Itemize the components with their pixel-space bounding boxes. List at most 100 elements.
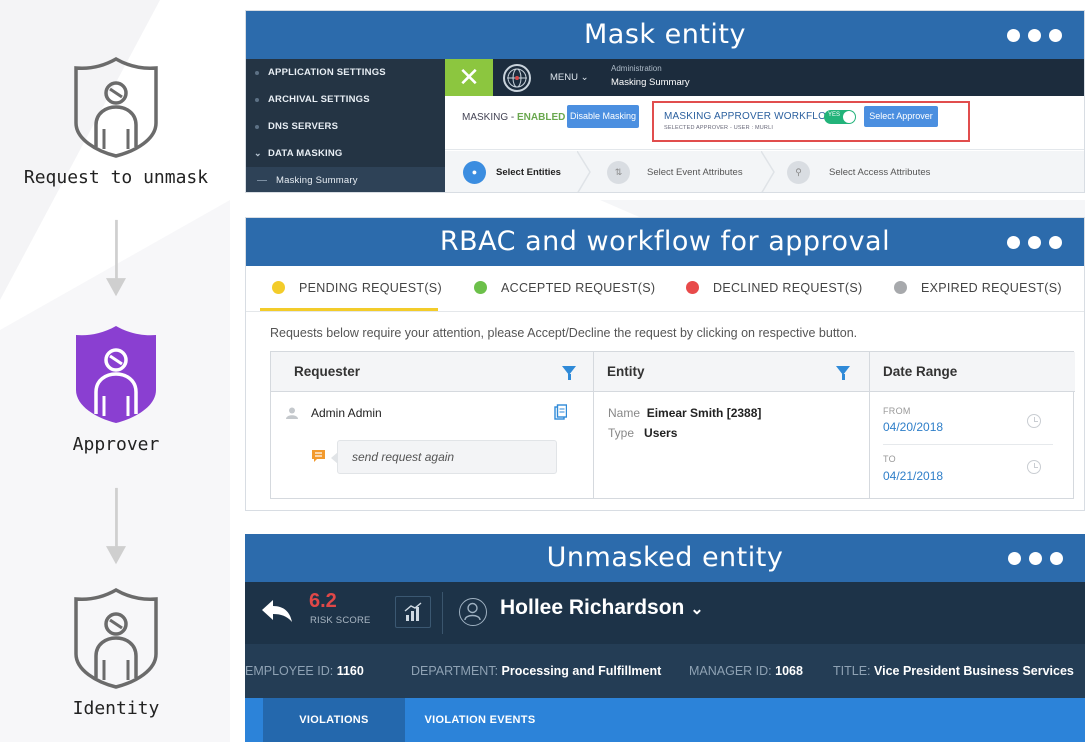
tab-violations[interactable]: VIOLATIONS — [263, 698, 405, 742]
step-select-access-attributes[interactable]: ⚲ Select Access Attributes — [787, 161, 930, 184]
info-label: DEPARTMENT: — [411, 664, 499, 678]
sort-icon: ⇅ — [607, 161, 630, 184]
requester-name: Admin Admin — [311, 406, 382, 420]
sidebar-item-label: APPLICATION SETTINGS — [268, 67, 386, 78]
shield-user-icon — [76, 326, 156, 423]
column-header-requester: Requester — [271, 352, 593, 392]
risk-trend-button[interactable] — [395, 596, 431, 628]
sidebar-item-dns-servers[interactable]: DNS SERVERS — [246, 113, 445, 140]
filter-icon[interactable] — [562, 366, 576, 380]
sidebar-item-data-masking[interactable]: ⌄ DATA MASKING — [246, 140, 445, 167]
request-tabs: PENDING REQUEST(S) ACCEPTED REQUEST(S) D… — [246, 266, 1084, 312]
logo-globe-icon — [503, 64, 531, 92]
risk-score-value: 6.2 — [309, 590, 337, 612]
sidebar-item-label: ARCHIVAL SETTINGS — [268, 94, 370, 105]
identity-tabs: VIOLATIONS VIOLATION EVENTS — [245, 698, 1085, 742]
shield-user-icon — [74, 56, 158, 158]
menu-button[interactable]: MENU ⌄ — [550, 59, 589, 96]
entity-type-row: Type Users — [608, 426, 677, 440]
filter-icon[interactable] — [836, 366, 850, 380]
panel-title: RBAC and workflow for approval — [439, 226, 891, 257]
column-label: Date Range — [883, 364, 958, 379]
status-dot-icon — [474, 281, 487, 294]
step-separator-icon — [761, 151, 775, 192]
history-icon — [1027, 414, 1041, 428]
tab-label: DECLINED REQUEST(S) — [713, 281, 863, 295]
unmasked-entity-panel: Unmasked entity 6.2 RISK SCORE Hollee Ri… — [245, 534, 1085, 742]
key-icon: ⚲ — [787, 161, 810, 184]
info-value: Processing and Fulfillment — [501, 664, 662, 678]
back-arrow-icon[interactable] — [261, 598, 293, 624]
entity-name-row: Name Eimear Smith [2388] — [608, 406, 761, 420]
sidebar-item-masking-summary[interactable]: Masking Summary — [246, 167, 445, 192]
mask-entity-panel: Mask entity APPLICATION SETTINGS ARCHIVA… — [245, 10, 1085, 193]
panel-title: Mask entity — [583, 19, 746, 50]
department: DEPARTMENT: Processing and Fulfillment — [411, 644, 661, 698]
breadcrumb-parent[interactable]: Administration — [611, 64, 662, 73]
entity-name-label: Name — [608, 406, 641, 420]
flow-label-approver: Approver — [72, 434, 160, 455]
status-dot-icon — [272, 281, 285, 294]
tab-accepted-requests[interactable]: ACCEPTED REQUEST(S) — [474, 266, 655, 310]
info-value: 1068 — [775, 664, 803, 678]
rbac-approval-panel: RBAC and workflow for approval PENDING R… — [245, 217, 1085, 511]
panel-title: Unmasked entity — [546, 542, 784, 573]
risk-score-label: RISK SCORE — [310, 615, 371, 626]
tab-label: EXPIRED REQUEST(S) — [921, 281, 1062, 295]
approver-workflow-highlight: MASKING APPROVER WORKFLOW YES SELECTED A… — [652, 101, 970, 142]
tab-violation-events[interactable]: VIOLATION EVENTS — [405, 698, 555, 742]
select-approver-button[interactable]: Select Approver — [864, 106, 938, 127]
info-value: 1160 — [336, 664, 364, 678]
masking-status-badge: ENABLED — [517, 112, 566, 123]
entity-type-label: Type — [608, 426, 635, 440]
breadcrumb-current: Masking Summary — [611, 77, 690, 88]
identity-header: 6.2 RISK SCORE Hollee Richardson ⌄ — [245, 582, 1085, 644]
more-options-icon[interactable] — [1007, 236, 1062, 249]
step-select-entities[interactable]: ● Select Entities — [463, 161, 561, 184]
flow-label-request: Request to unmask — [23, 167, 209, 188]
masking-controls: MASKING - ENABLED Disable Masking MASKIN… — [445, 96, 1084, 150]
clock-icon — [1027, 460, 1041, 474]
column-header-entity: Entity — [593, 352, 869, 392]
document-icon[interactable] — [554, 404, 567, 420]
workflow-toggle[interactable]: YES — [824, 110, 856, 124]
more-options-icon[interactable] — [1007, 29, 1062, 42]
bar-chart-icon — [404, 602, 422, 621]
masking-status: MASKING - ENABLED — [462, 112, 565, 123]
to-label: TO — [883, 454, 896, 464]
chevron-down-icon: ⌄ — [690, 601, 704, 618]
user-icon: ● — [463, 161, 486, 184]
workflow-title: MASKING APPROVER WORKFLOW — [664, 111, 836, 122]
user-icon — [286, 407, 298, 419]
close-icon[interactable]: ✕ — [445, 59, 493, 96]
toggle-label: YES — [828, 112, 841, 118]
masking-content: MASKING - ENABLED Disable Masking MASKIN… — [445, 96, 1084, 192]
status-dot-icon — [894, 281, 907, 294]
step-label: Select Access Attributes — [829, 167, 931, 178]
step-select-event-attributes[interactable]: ⇅ Select Event Attributes — [607, 161, 743, 184]
info-value: Vice President Business Services — [874, 664, 1074, 678]
info-label: MANAGER ID: — [689, 664, 772, 678]
disable-masking-button[interactable]: Disable Masking — [567, 105, 639, 128]
tab-expired-requests[interactable]: EXPIRED REQUEST(S) — [894, 266, 1062, 310]
identity-info-bar: EMPLOYEE ID: 1160 DEPARTMENT: Processing… — [245, 644, 1085, 698]
chevron-down-icon: ⌄ — [254, 148, 262, 158]
more-options-icon[interactable] — [1008, 552, 1063, 565]
identity-name-dropdown[interactable]: Hollee Richardson ⌄ — [500, 596, 704, 620]
down-arrow-icon — [106, 487, 126, 565]
shield-user-icon — [74, 587, 158, 689]
panel-header: Mask entity — [246, 11, 1084, 59]
entity-type-value: Users — [644, 426, 678, 440]
flow-node-request: Request to unmask — [0, 55, 232, 188]
sidebar-item-archival-settings[interactable]: ARCHIVAL SETTINGS — [246, 86, 445, 113]
column-label: Requester — [294, 364, 361, 379]
step-label: Select Entities — [496, 167, 561, 178]
job-title: TITLE: Vice President Business Services — [833, 644, 1074, 698]
tab-declined-requests[interactable]: DECLINED REQUEST(S) — [686, 266, 862, 310]
step-separator-icon — [577, 151, 591, 192]
sidebar-item-application-settings[interactable]: APPLICATION SETTINGS — [246, 59, 445, 86]
sidebar-item-label: DNS SERVERS — [268, 121, 339, 132]
tab-label: PENDING REQUEST(S) — [299, 281, 442, 295]
comment-icon — [312, 450, 325, 462]
tab-pending-requests[interactable]: PENDING REQUEST(S) — [272, 266, 442, 310]
